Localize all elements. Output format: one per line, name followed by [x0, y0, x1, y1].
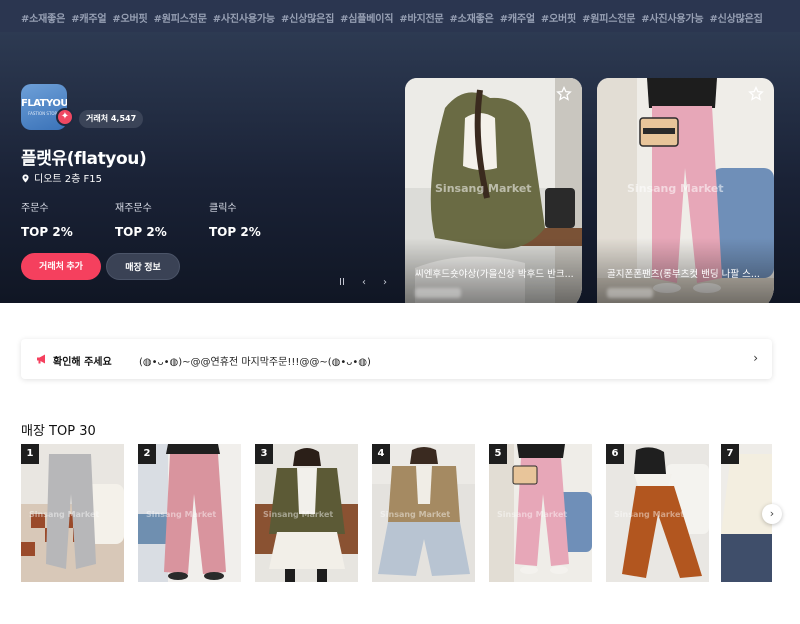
rank-badge: 4: [372, 444, 390, 464]
rank-badge: 7: [721, 444, 739, 464]
featured-product-card[interactable]: Sinsang Market 골지폰폰팬츠(롱부츠컷 밴딩 나팔 스...: [597, 78, 774, 303]
hashtag-item[interactable]: #심플베이직: [340, 14, 393, 25]
rank-badge: 5: [489, 444, 507, 464]
hashtag-item[interactable]: #사진사용가능: [641, 14, 703, 25]
store-page: #소재좋은 #캐주얼 #오버핏 #원피스전문 #사진사용가능 #신상많은집 #심플베이직 #바…: [0, 0, 800, 624]
store-name: 플랫유(flatyou): [21, 149, 147, 169]
chevron-right-icon[interactable]: ›: [753, 351, 758, 365]
top-product-1[interactable]: Sinsang Market 1: [21, 444, 124, 582]
watermark-text: Sinsang Market: [146, 510, 217, 519]
rank-badge: 6: [606, 444, 624, 464]
hashtag-item[interactable]: #오버핏: [112, 14, 147, 25]
stat-clicks: 클릭수 TOP 2%: [209, 199, 261, 239]
carousel-next-icon[interactable]: ›: [762, 504, 782, 524]
star-icon[interactable]: [556, 86, 572, 102]
hashtag-bar: #소재좋은 #캐주얼 #오버핏 #원피스전문 #사진사용가능 #신상많은집 #심플베이직 #바…: [0, 0, 800, 32]
stat-reorders: 재주문수 TOP 2%: [115, 199, 167, 239]
hashtag-list: #소재좋은 #캐주얼 #오버핏 #원피스전문 #사진사용가능 #신상많은집 #심플베이직 #바…: [21, 10, 769, 25]
deal-count-badge: 거래처 4,547: [79, 110, 144, 128]
stat-label: 주문수: [21, 203, 49, 214]
hashtag-item[interactable]: #원피스전문: [582, 14, 635, 25]
store-hero: FLATYOU FASTION STORE ✦ 거래처 4,547 플랫유(fl…: [0, 32, 800, 303]
stat-value: TOP 2%: [115, 225, 167, 239]
rank-badge: 1: [21, 444, 39, 464]
top30-carousel: Sinsang Market 1 Sinsang Market 2 Sinsan…: [21, 444, 772, 582]
add-partner-button[interactable]: 거래처 추가: [21, 253, 101, 280]
location-text: 디오트 2층 F15: [34, 174, 102, 185]
rank-badge: 3: [255, 444, 273, 464]
hashtag-item[interactable]: #신상많은집: [281, 14, 334, 25]
notice-label: 확인해 주세요: [53, 357, 112, 368]
stat-label: 재주문수: [115, 203, 152, 214]
prev-slide-icon[interactable]: ‹: [358, 277, 370, 288]
megaphone-icon: [37, 354, 45, 364]
notice-text: (◍•ᴗ•◍)~@@연휴전 마지막주문!!!@@~(◍•ᴗ•◍): [139, 357, 371, 368]
watermark-text: Sinsang Market: [435, 182, 532, 195]
stat-orders: 주문수 TOP 2%: [21, 199, 73, 239]
featured-product-card[interactable]: Sinsang Market 씨엔후드숏야상(가을신상 박후드 반크...: [405, 78, 582, 303]
location-pin-icon: [22, 174, 29, 183]
top-product-4[interactable]: Sinsang Market 4: [372, 444, 475, 582]
watermark-text: Sinsang Market: [614, 510, 685, 519]
top-product-2[interactable]: Sinsang Market 2: [138, 444, 241, 582]
hashtag-item[interactable]: #소재좋은: [450, 14, 494, 25]
blurred-price: [415, 288, 461, 298]
section-title: 매장 TOP 30: [21, 424, 96, 439]
stat-label: 클릭수: [209, 203, 237, 214]
store-info-button[interactable]: 매장 정보: [106, 253, 180, 280]
hashtag-item[interactable]: #원피스전문: [154, 14, 207, 25]
blurred-price: [607, 288, 653, 298]
stat-value: TOP 2%: [21, 225, 73, 239]
pause-icon[interactable]: II: [336, 277, 348, 288]
star-icon[interactable]: [748, 86, 764, 102]
watermark-text: Sinsang Market: [627, 182, 724, 195]
sparkle-badge-icon: ✦: [56, 108, 74, 126]
watermark-text: Sinsang Market: [263, 510, 334, 519]
stat-value: TOP 2%: [209, 225, 261, 239]
hashtag-item[interactable]: #캐주얼: [500, 14, 535, 25]
hashtag-item[interactable]: #오버핏: [541, 14, 576, 25]
top-product-5[interactable]: Sinsang Market 5: [489, 444, 592, 582]
top-product-6[interactable]: Sinsang Market 6: [606, 444, 709, 582]
hashtag-item[interactable]: #캐주얼: [71, 14, 106, 25]
hashtag-item[interactable]: #사진사용가능: [213, 14, 275, 25]
notice-banner[interactable]: 확인해 주세요 (◍•ᴗ•◍)~@@연휴전 마지막주문!!!@@~(◍•ᴗ•◍)…: [21, 339, 772, 379]
next-slide-icon[interactable]: ›: [379, 277, 391, 288]
top-product-3[interactable]: Sinsang Market 3: [255, 444, 358, 582]
logo-text: FLATYOU: [21, 98, 67, 109]
store-location: 디오트 2층 F15: [21, 170, 102, 185]
product-title: 골지폰폰팬츠(롱부츠컷 밴딩 나팔 스...: [607, 269, 760, 280]
hashtag-item[interactable]: #신상많은집: [709, 14, 762, 25]
hashtag-item[interactable]: #바지전문: [399, 14, 443, 25]
product-title: 씨엔후드숏야상(가을신상 박후드 반크...: [415, 269, 574, 280]
rank-badge: 2: [138, 444, 156, 464]
hashtag-item[interactable]: #소재좋은: [21, 14, 65, 25]
watermark-text: Sinsang Market: [380, 510, 451, 519]
watermark-text: Sinsang Market: [497, 510, 568, 519]
watermark-text: Sinsang Market: [29, 510, 100, 519]
